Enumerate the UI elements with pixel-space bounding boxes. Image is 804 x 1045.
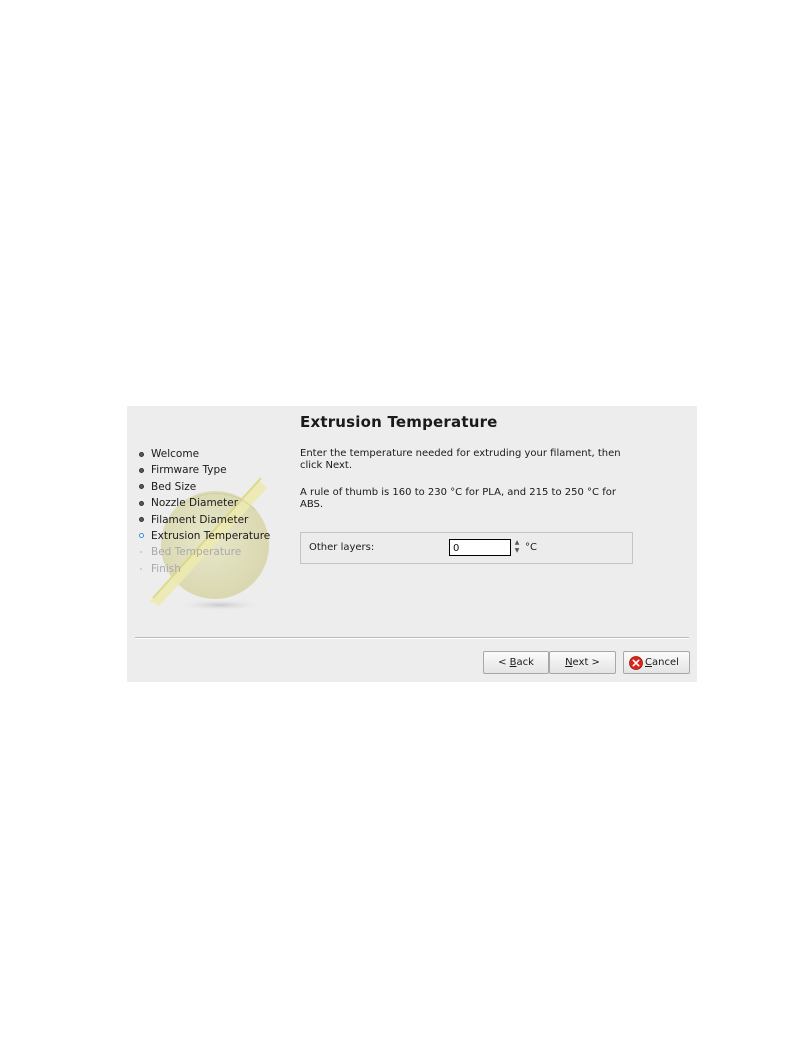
temperature-options-group: Other layers: ▲ ▼ °C: [300, 532, 633, 564]
step-bed-temperature: Bed Temperature: [137, 544, 270, 560]
step-label: Bed Size: [151, 480, 197, 493]
other-layers-temperature-input[interactable]: [449, 539, 511, 556]
button-separator: [135, 637, 689, 639]
cancel-button-accel: C: [645, 657, 652, 668]
page-hint: A rule of thumb is 160 to 230 °C for PLA…: [300, 487, 616, 510]
step-bullet: [139, 500, 144, 506]
back-button-prefix: <: [498, 657, 510, 668]
configuration-wizard-dialog: Welcome Firmware Type Bed Size Nozzle Di…: [127, 406, 697, 682]
cancel-button[interactable]: Cancel: [623, 651, 690, 674]
step-label: Bed Temperature: [151, 546, 242, 559]
step-bed-size: Bed Size: [137, 479, 270, 495]
next-button-rest: ext >: [572, 657, 600, 668]
step-bullet: [139, 451, 144, 457]
step-bullet: [139, 533, 144, 539]
step-finish: Finish: [137, 561, 270, 577]
back-button[interactable]: < Back: [483, 651, 549, 674]
other-layers-label: Other layers:: [309, 542, 375, 553]
step-label: Extrusion Temperature: [151, 529, 271, 542]
back-button-rest: ack: [516, 657, 534, 668]
step-welcome: Welcome: [137, 446, 270, 462]
step-nozzle-diameter: Nozzle Diameter: [137, 495, 270, 511]
spin-up-arrow-icon[interactable]: ▲: [514, 540, 520, 546]
step-bullet: [140, 567, 142, 570]
back-button-accel: B: [509, 657, 517, 668]
spin-down-arrow-icon[interactable]: ▼: [514, 548, 520, 554]
step-filament-diameter: Filament Diameter: [137, 512, 270, 528]
step-label: Welcome: [151, 448, 200, 460]
wizard-sidebar: Welcome Firmware Type Bed Size Nozzle Di…: [127, 406, 292, 631]
cancel-button-rest: ancel: [651, 657, 679, 668]
step-label: Finish: [151, 562, 181, 575]
step-label: Filament Diameter: [151, 513, 249, 526]
page-title: Extrusion Temperature: [300, 413, 498, 431]
step-bullet: [140, 551, 142, 554]
wizard-steps-list: Welcome Firmware Type Bed Size Nozzle Di…: [137, 446, 270, 577]
step-firmware-type: Firmware Type: [137, 462, 270, 478]
step-label: Nozzle Diameter: [151, 497, 239, 510]
temperature-spin-buttons: ▲ ▼: [513, 539, 521, 556]
step-bullet: [139, 484, 144, 490]
step-bullet: [139, 467, 144, 473]
cancel-icon: [629, 655, 643, 670]
page-description: Enter the temperature needed for extrudi…: [300, 448, 621, 471]
step-label: Firmware Type: [151, 464, 227, 477]
step-extrusion-temperature: Extrusion Temperature: [137, 528, 270, 544]
next-button-accel: N: [565, 657, 573, 668]
next-button[interactable]: Next >: [549, 651, 616, 674]
temperature-unit: °C: [525, 542, 537, 553]
step-bullet: [139, 517, 144, 523]
